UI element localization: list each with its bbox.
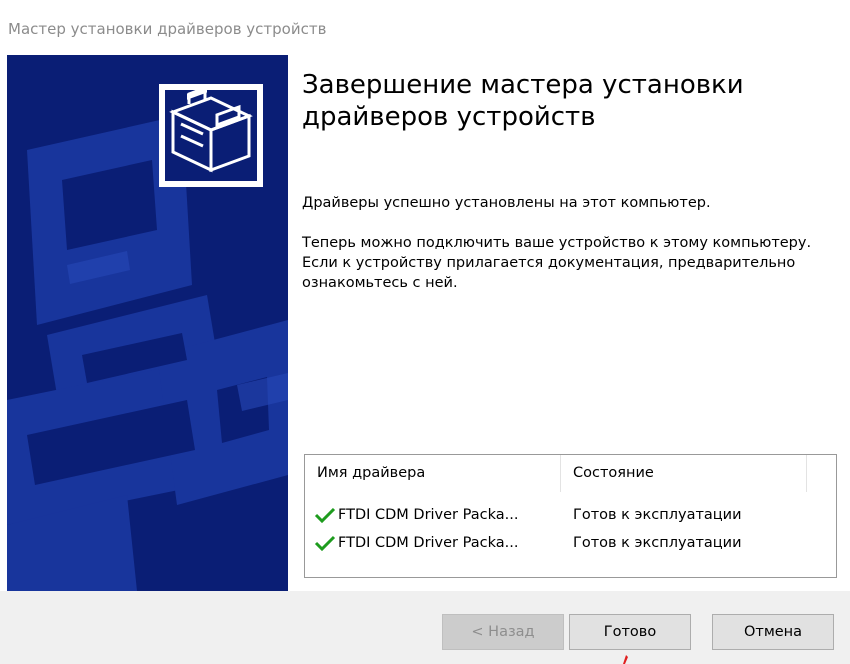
driver-list[interactable]: Имя драйвера Состояние FTDI CDM Driver P…	[304, 454, 837, 578]
check-icon	[314, 507, 336, 523]
window-title: Мастер установки драйверов устройств	[8, 20, 327, 38]
driver-status: Готов к эксплуатации	[573, 507, 742, 523]
column-header-status[interactable]: Состояние	[561, 455, 807, 492]
table-row[interactable]: FTDI CDM Driver Packa... Готов к эксплуа…	[305, 502, 836, 528]
success-message: Драйверы успешно установлены на этот ком…	[302, 195, 711, 211]
page-title: Завершение мастера установки драйверов у…	[302, 70, 744, 132]
instructions-text: Теперь можно подключить ваше устройство …	[302, 235, 812, 291]
driver-status: Готов к эксплуатации	[573, 535, 742, 551]
title-bar: Мастер установки драйверов устройств	[0, 0, 850, 55]
finish-button[interactable]: Готово	[569, 614, 691, 650]
driver-name: FTDI CDM Driver Packa...	[338, 507, 519, 523]
cancel-button[interactable]: Отмена	[712, 614, 834, 650]
column-header-driver-name[interactable]: Имя драйвера	[305, 455, 561, 492]
driver-list-header: Имя драйвера Состояние	[305, 455, 836, 492]
wizard-banner	[7, 55, 288, 591]
button-bar: < Назад Готово Отмена	[0, 591, 850, 664]
table-row[interactable]: FTDI CDM Driver Packa... Готов к эксплуа…	[305, 530, 836, 556]
driver-name: FTDI CDM Driver Packa...	[338, 535, 519, 551]
cursor-pointer-icon	[623, 655, 628, 664]
hardware-wizard-icon	[159, 84, 263, 187]
check-icon	[314, 535, 336, 551]
back-button[interactable]: < Назад	[442, 614, 564, 650]
wizard-content: Завершение мастера установки драйверов у…	[288, 55, 843, 591]
